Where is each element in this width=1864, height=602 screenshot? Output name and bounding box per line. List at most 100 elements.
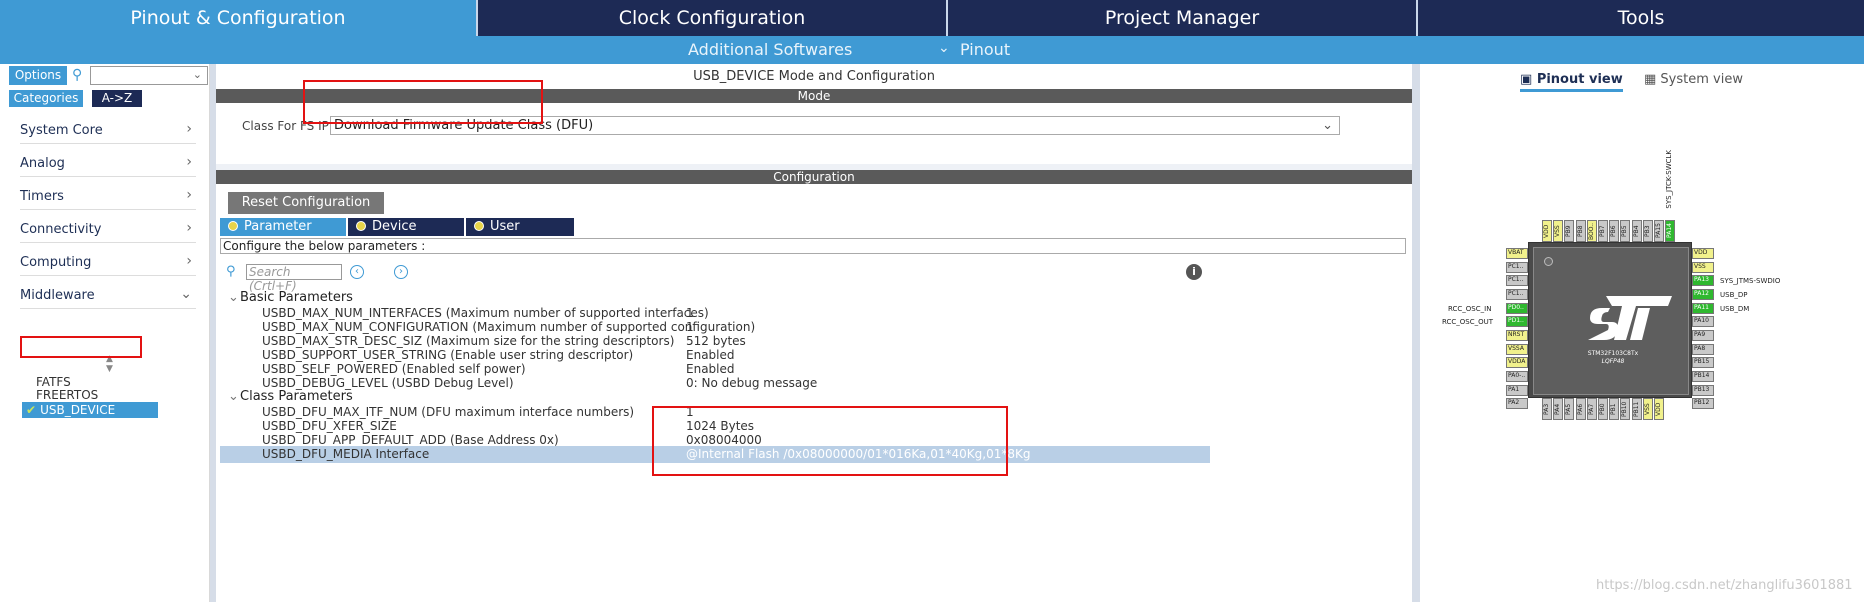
pin-pa4[interactable]: PA4 (1553, 398, 1564, 420)
pin-pa13[interactable]: PA13 (1692, 275, 1714, 287)
pinout-menu[interactable]: Pinout (960, 40, 1010, 59)
param-search-input[interactable]: Search (Crtl+F) (246, 264, 342, 293)
group-label: Class Parameters (240, 389, 353, 404)
signal-label-usb-dp: USB_DP (1720, 290, 1748, 299)
pin-vdd[interactable]: VDD (1654, 398, 1664, 420)
group-label: Basic Parameters (240, 290, 353, 305)
pin-vss[interactable]: VSS (1642, 398, 1653, 420)
pin-pd1[interactable]: PD1.. (1506, 316, 1528, 328)
pin-vssa[interactable]: VSSA (1506, 343, 1528, 355)
pin-pb15[interactable]: PB15 (1692, 357, 1714, 369)
sidebar-item-computing[interactable]: Computing › (20, 246, 196, 276)
pin-pa6[interactable]: PA6 (1575, 398, 1586, 420)
pin-pa9[interactable]: PA9 (1692, 329, 1714, 341)
pin-pb14[interactable]: PB14 (1692, 370, 1714, 382)
pin-pb9[interactable]: PB9 (1564, 220, 1575, 242)
group-basic-parameters[interactable]: ⌄Basic Parameters (228, 290, 353, 305)
right-splitter[interactable] (1412, 64, 1420, 602)
info-icon[interactable]: i (1186, 264, 1202, 280)
pin-pa5[interactable]: PA5 (1564, 398, 1575, 420)
pin-pb13[interactable]: PB13 (1692, 384, 1714, 396)
pin-pa10[interactable]: PA10 (1692, 316, 1714, 328)
pin-pd0[interactable]: PD0.. (1506, 302, 1528, 314)
tab-project-manager[interactable]: Project Manager (948, 0, 1418, 36)
sort-icon[interactable]: ▲ ▼ (106, 354, 113, 374)
pin-vdda[interactable]: VDDA (1506, 357, 1528, 369)
class-fs-select[interactable]: Download Firmware Update Class (DFU) ⌄ (330, 116, 1340, 135)
signal-label-swdio: SYS_JTMS-SWDIO (1720, 277, 1781, 286)
pin-vdd[interactable]: VDD (1542, 220, 1552, 242)
sidebar-item-timers[interactable]: Timers › (20, 180, 196, 210)
prev-icon[interactable]: ‹ (350, 265, 364, 279)
next-icon[interactable]: › (394, 265, 408, 279)
options-button[interactable]: Options (9, 66, 67, 85)
pin-pb1[interactable]: PB1 (1609, 398, 1620, 420)
pin-vdd[interactable]: VDD (1692, 248, 1714, 259)
pin-pa2[interactable]: PA2 (1506, 398, 1528, 410)
additional-softwares-link[interactable]: Additional Softwares (688, 40, 852, 59)
param-value: 1024 Bytes (686, 419, 755, 433)
tab-label: Pinout view (1536, 72, 1623, 87)
categories-tab[interactable]: Categories (9, 90, 83, 107)
pin-pb0[interactable]: PB0 (1598, 398, 1608, 420)
pin-pa11[interactable]: PA11 (1692, 302, 1714, 314)
middleware-item-usb-device[interactable]: ✔ USB_DEVICE (22, 402, 158, 418)
pin-pb11[interactable]: PB11 (1631, 398, 1642, 420)
pin-pa15[interactable]: PA15 (1654, 220, 1664, 242)
pin-pb12[interactable]: PB12 (1692, 398, 1714, 410)
param-name: USBD_SELF_POWERED (Enabled self power) (262, 362, 526, 376)
tab-label: System view (1660, 72, 1743, 87)
pin-pb10[interactable]: PB10 (1620, 398, 1631, 420)
pin-pb8[interactable]: PB8 (1575, 220, 1586, 242)
signal-label-osc-in: RCC_OSC_IN (1448, 304, 1492, 313)
sidebar-item-analog[interactable]: Analog › (20, 147, 196, 177)
check-icon: ✔ (26, 403, 37, 417)
middleware-item-freertos[interactable]: FREERTOS (36, 388, 98, 402)
tab-tools[interactable]: Tools (1418, 0, 1864, 36)
pin-pa0[interactable]: PA0-.. (1506, 370, 1528, 382)
table-row-selected[interactable]: USBD_DFU_MEDIA Interface @Internal Flash … (220, 446, 1210, 463)
pin-pa1[interactable]: PA1 (1506, 384, 1528, 396)
pin-pb4[interactable]: PB4 (1631, 220, 1642, 242)
param-value: 0x08004000 (686, 433, 762, 447)
pin-boo[interactable]: BOO.. (1586, 220, 1597, 242)
pin-pb3[interactable]: PB3 (1642, 220, 1653, 242)
watermark: https://blog.csdn.net/zhanglifu3601881 (1596, 578, 1853, 593)
tab-pinout-configuration[interactable]: Pinout & Configuration (0, 0, 478, 36)
pin-nrst[interactable]: NRST (1506, 329, 1528, 341)
pin-vss[interactable]: VSS (1553, 220, 1564, 242)
sidebar-item-system-core[interactable]: System Core › (20, 114, 196, 144)
chip-name: STM32F103C8Tx (1587, 350, 1639, 357)
tab-device-descriptor[interactable]: Device Descriptor (348, 218, 464, 252)
pin-pa12[interactable]: PA12 (1692, 288, 1714, 300)
pin-pb7[interactable]: PB7 (1598, 220, 1608, 242)
sidebar-item-middleware[interactable]: Middleware ⌄ (20, 279, 196, 309)
chevron-down-icon: ⌄ (938, 40, 950, 56)
pin-pa7[interactable]: PA7 (1586, 398, 1597, 420)
tab-system-view[interactable]: ▦ System view (1644, 72, 1743, 87)
reset-configuration-button[interactable]: Reset Configuration (228, 192, 384, 214)
pin-pb5[interactable]: PB5 (1620, 220, 1631, 242)
search-dropdown[interactable]: ⌄ (90, 66, 208, 85)
sidebar-item-connectivity[interactable]: Connectivity › (20, 213, 196, 243)
pin-pa14[interactable]: PA14 (1665, 220, 1676, 242)
sidebar-item-label: Connectivity (20, 222, 102, 237)
tab-clock-configuration[interactable]: Clock Configuration (478, 0, 948, 36)
tab-pinout-view[interactable]: ▣ Pinout view (1520, 72, 1623, 92)
middleware-item-fatfs[interactable]: FATFS (36, 375, 71, 389)
pin-pb6[interactable]: PB6 (1609, 220, 1620, 242)
pin-vbat[interactable]: VBAT (1506, 248, 1528, 259)
pin-pc1[interactable]: PC1.. (1506, 275, 1528, 287)
pin-pa8[interactable]: PA8 (1692, 343, 1714, 355)
tab-parameter-settings[interactable]: Parameter Settings (220, 218, 346, 252)
tab-user-constants[interactable]: User Constants (466, 218, 574, 252)
group-class-parameters[interactable]: ⌄Class Parameters (228, 389, 353, 404)
middleware-item-label: USB_DEVICE (40, 403, 116, 417)
pin-vss[interactable]: VSS (1692, 261, 1714, 273)
az-tab[interactable]: A->Z (92, 90, 142, 107)
search-icon[interactable]: ⚲ (72, 67, 82, 83)
pin-pc1[interactable]: PC1.. (1506, 261, 1528, 273)
table-row[interactable]: USBD_DEBUG_LEVEL (USBD Debug Level) 0: No… (220, 375, 1210, 392)
pin-pc1[interactable]: PC1.. (1506, 288, 1528, 300)
pin-pa3[interactable]: PA3 (1542, 398, 1552, 420)
